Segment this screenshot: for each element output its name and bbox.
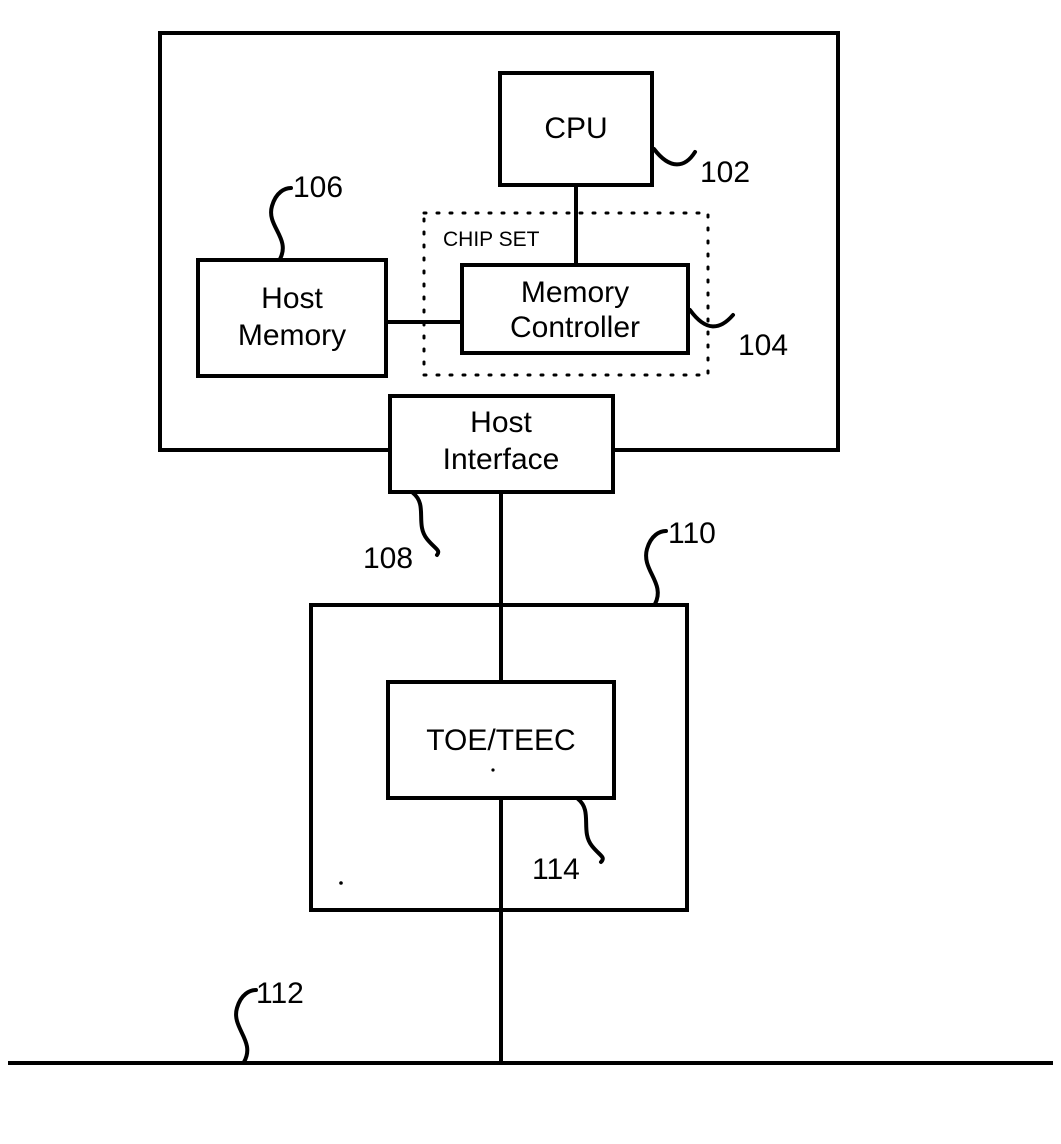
- block-memory-controller-label-line2: Controller: [510, 311, 640, 344]
- leader-line-104: [688, 308, 735, 329]
- ref-numeral-108: 108: [363, 542, 413, 575]
- block-cpu-label: CPU: [544, 112, 607, 145]
- leader-line-108: [411, 491, 441, 557]
- scan-artifact-speck: [491, 768, 495, 772]
- block-toe-teec-label: TOE/TEEC: [426, 724, 575, 757]
- leader-line-102: [652, 147, 697, 167]
- leader-line-112: [234, 988, 258, 1064]
- leader-line-110: [644, 529, 668, 606]
- ref-numeral-104: 104: [738, 329, 788, 362]
- block-host-memory: [196, 258, 388, 378]
- block-host-interface-label-line2: Interface: [443, 443, 560, 476]
- ref-numeral-114: 114: [532, 853, 580, 886]
- figure-canvas: CHIP SET CPU 102 Memory Controller 104 H…: [0, 0, 1061, 1144]
- block-host-memory-label-line2: Memory: [238, 319, 346, 352]
- ref-numeral-110: 110: [668, 517, 716, 550]
- block-diagram: CHIP SET CPU 102 Memory Controller 104 H…: [8, 31, 1053, 1065]
- ref-numeral-112: 112: [256, 977, 304, 1010]
- ref-numeral-102: 102: [700, 156, 750, 189]
- leader-line-114: [576, 797, 605, 864]
- block-host-interface-label-line1: Host: [470, 406, 532, 439]
- chip-set-label: CHIP SET: [443, 228, 540, 251]
- ref-numeral-106: 106: [293, 171, 343, 204]
- scan-artifact-speck: [339, 881, 343, 885]
- leader-line-106: [269, 186, 293, 261]
- block-memory-controller-label-line1: Memory: [521, 276, 629, 309]
- block-host-memory-label-line1: Host: [261, 282, 323, 315]
